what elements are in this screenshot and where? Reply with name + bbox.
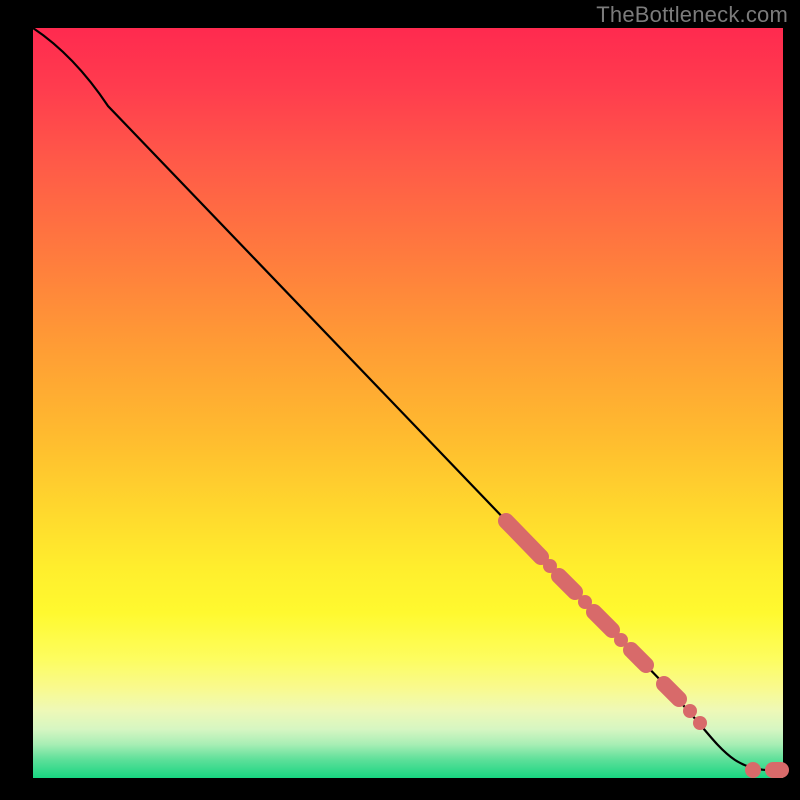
- data-segment: [559, 576, 575, 592]
- chart-svg: [33, 28, 783, 778]
- watermark-text: TheBottleneck.com: [596, 2, 788, 28]
- chart-curve: [33, 28, 783, 770]
- data-segment: [664, 684, 679, 699]
- data-point: [745, 762, 761, 778]
- data-segment: [631, 650, 646, 665]
- chart-plot-area: [33, 28, 783, 778]
- data-segment: [594, 612, 612, 630]
- data-point: [693, 716, 707, 730]
- chart-data-points: [506, 521, 781, 778]
- data-segment: [506, 521, 541, 557]
- stage: TheBottleneck.com: [0, 0, 800, 800]
- data-point: [683, 704, 697, 718]
